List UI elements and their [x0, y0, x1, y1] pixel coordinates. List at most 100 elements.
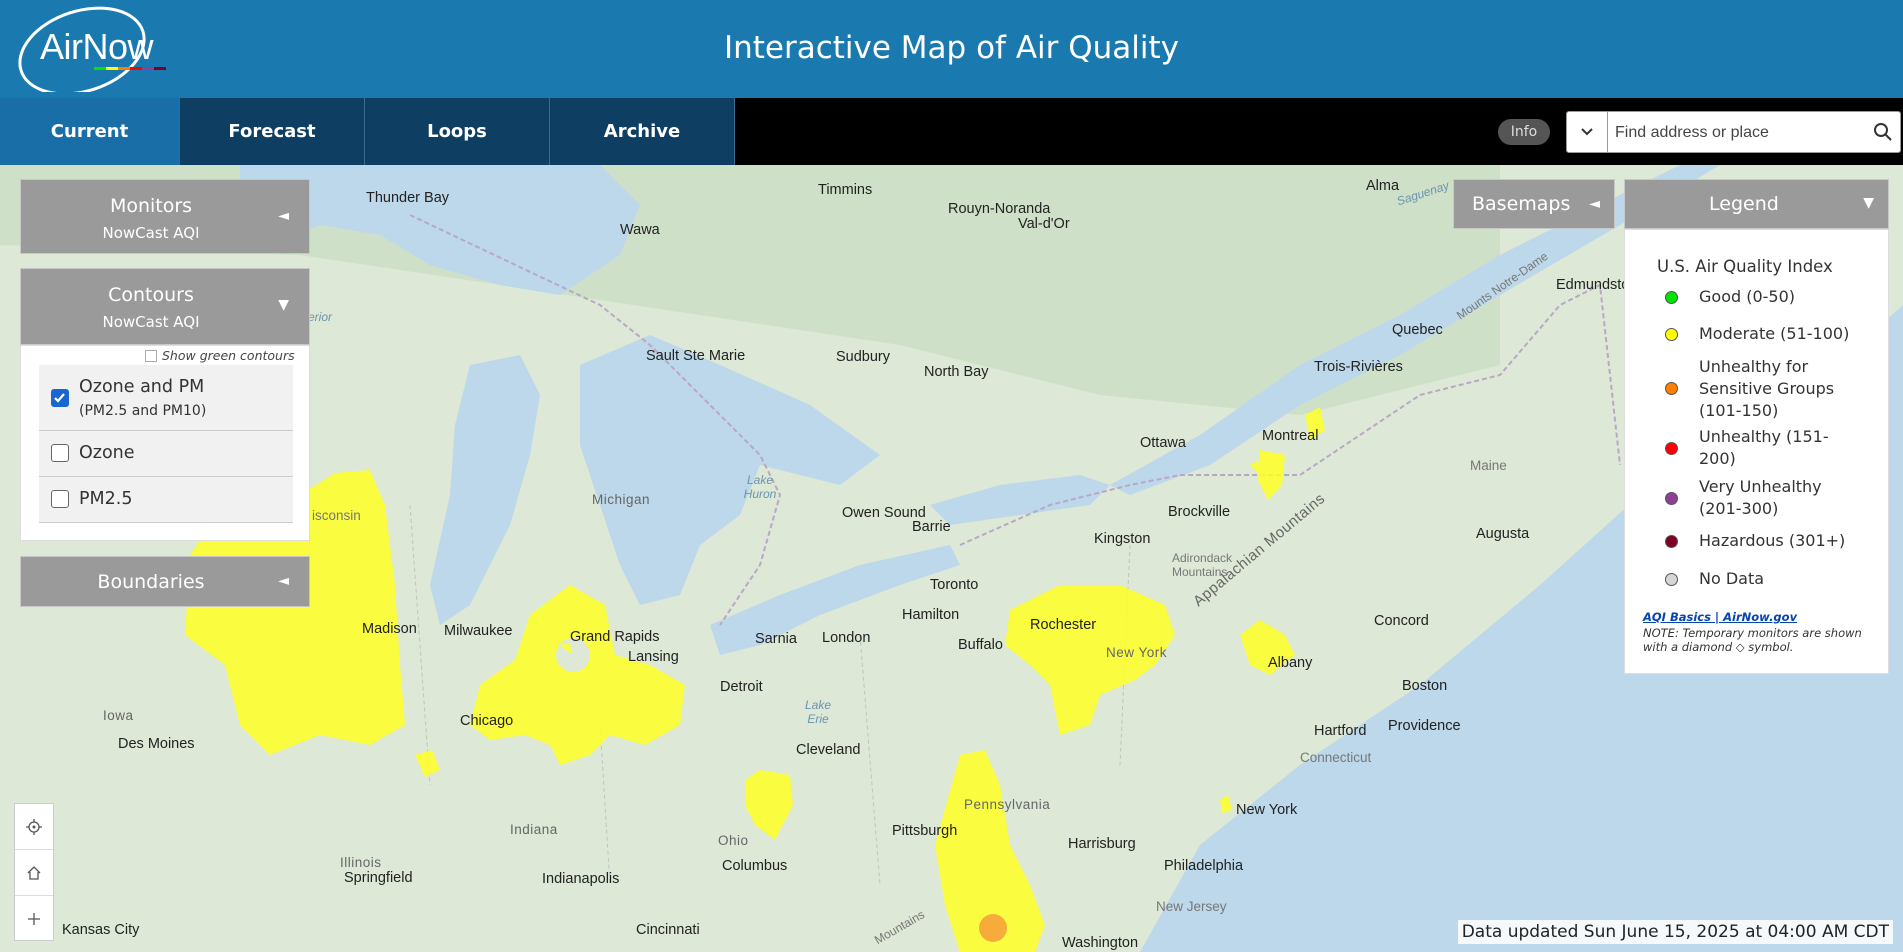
- locate-icon: [26, 818, 42, 835]
- boundaries-title: Boundaries: [97, 571, 205, 593]
- city-label: London: [822, 630, 871, 646]
- zoom-in-button[interactable]: [15, 896, 53, 941]
- tab-archive[interactable]: Archive: [550, 98, 735, 165]
- city-label: Washington: [1062, 935, 1139, 951]
- legend-item: Unhealthy (151-200): [1699, 427, 1829, 468]
- city-label: New York: [1236, 802, 1298, 818]
- boundaries-panel-header[interactable]: Boundaries ◄: [20, 556, 310, 607]
- search-box: [1566, 111, 1901, 153]
- option-label: Ozone: [79, 443, 135, 463]
- pm25-checkbox[interactable]: [51, 490, 69, 508]
- city-label: Rochester: [1030, 617, 1097, 633]
- water-label: Lake Huron: [743, 473, 777, 501]
- legend-item: Unhealthy for Sensitive Groups (101-150): [1699, 357, 1835, 420]
- city-label: Des Moines: [118, 736, 195, 752]
- monitors-panel-header[interactable]: Monitors NowCast AQI ◄: [20, 179, 310, 254]
- show-green-checkbox[interactable]: [145, 350, 157, 362]
- monitors-title: Monitors: [109, 195, 193, 217]
- region-label: Ohio: [718, 833, 749, 848]
- chevron-down-icon: [1581, 128, 1593, 136]
- tab-loops[interactable]: Loops: [365, 98, 550, 165]
- region-label: New Jersey: [1156, 899, 1227, 914]
- city-label: Hartford: [1314, 723, 1367, 739]
- header: AirNow Interactive Map of Air Quality: [0, 0, 1903, 98]
- region-label: Illinois: [340, 855, 382, 870]
- option-label: PM2.5: [79, 489, 133, 509]
- city-label: Barrie: [912, 519, 951, 535]
- very-unhealthy-swatch: [1665, 492, 1678, 505]
- city-label: Buffalo: [958, 637, 1003, 653]
- option-label: Ozone and PM: [79, 377, 205, 397]
- legend-item: Very Unhealthy (201-300): [1699, 477, 1822, 518]
- city-label: Harrisburg: [1068, 836, 1136, 852]
- city-label: Sault Ste Marie: [646, 348, 746, 364]
- water-label: Lake Erie: [804, 698, 832, 726]
- city-label: Kingston: [1094, 531, 1151, 547]
- city-label: Thunder Bay: [366, 190, 450, 206]
- region-label: New York: [1106, 645, 1168, 660]
- city-label: Montreal: [1262, 428, 1319, 444]
- basemaps-panel-header[interactable]: Basemaps ◄: [1453, 179, 1615, 229]
- region-label: Michigan: [592, 492, 651, 507]
- city-label: Detroit: [720, 679, 763, 695]
- home-button[interactable]: [15, 850, 53, 896]
- tab-current[interactable]: Current: [0, 98, 180, 165]
- contours-panel-body: Show green contours Ozone and PM (PM2.5 …: [20, 345, 310, 541]
- collapse-arrow-icon: ◄: [278, 208, 289, 224]
- city-label: Kansas City: [62, 922, 140, 938]
- page-title: Interactive Map of Air Quality: [723, 30, 1180, 66]
- usg-swatch: [1665, 382, 1678, 395]
- expand-arrow-icon: ▼: [1863, 195, 1874, 211]
- city-label: Cincinnati: [636, 922, 700, 938]
- city-label: Philadelphia: [1164, 858, 1244, 874]
- expand-arrow-icon: ▼: [278, 297, 289, 313]
- monitors-subtitle: NowCast AQI: [102, 224, 200, 242]
- option-ozone-and-pm[interactable]: Ozone and PM (PM2.5 and PM10): [39, 365, 293, 431]
- ozone-checkbox[interactable]: [51, 444, 69, 462]
- tab-forecast[interactable]: Forecast: [180, 98, 365, 165]
- city-label: Grand Rapids: [570, 629, 660, 645]
- ozone-and-pm-checkbox[interactable]: [51, 389, 69, 407]
- region-label: Indiana: [510, 822, 558, 837]
- legend-item: Moderate (51-100): [1699, 324, 1850, 343]
- city-label: Indianapolis: [542, 871, 620, 887]
- region-label: Adirondack Mountains: [1172, 551, 1233, 579]
- city-label: Providence: [1388, 718, 1461, 734]
- city-label: Rouyn-Noranda: [948, 201, 1051, 217]
- search-source-dropdown[interactable]: [1567, 112, 1608, 152]
- city-label: Ottawa: [1140, 435, 1186, 451]
- city-label: Pittsburgh: [892, 823, 958, 839]
- legend-panel-header[interactable]: Legend ▼: [1624, 179, 1889, 229]
- region-label: Pennsylvania: [964, 797, 1051, 812]
- city-label: Trois-Rivières: [1314, 359, 1403, 375]
- moderate-swatch: [1665, 328, 1678, 341]
- contours-subtitle: NowCast AQI: [102, 313, 200, 331]
- city-label: Albany: [1268, 655, 1313, 671]
- zoom-in-icon: [28, 912, 40, 925]
- unhealthy-swatch: [1665, 442, 1678, 455]
- data-updated-status: Data updated Sun June 15, 2025 at 04:00 …: [1457, 920, 1893, 944]
- contours-panel-header[interactable]: Contours NowCast AQI ▼: [20, 268, 310, 345]
- aqi-basics-link[interactable]: AQI Basics | AirNow.gov: [1643, 610, 1797, 624]
- no-data-swatch: [1665, 573, 1678, 586]
- legend-title: Legend: [1709, 193, 1779, 215]
- temporary-monitors-note: NOTE: Temporary monitors are shown with …: [1643, 626, 1862, 654]
- legend-item: No Data: [1699, 569, 1765, 588]
- info-button[interactable]: Info: [1498, 119, 1550, 145]
- home-icon: [27, 865, 41, 880]
- water-label: erior: [308, 310, 333, 324]
- collapse-arrow-icon: ◄: [1589, 196, 1600, 212]
- city-label: Timmins: [818, 182, 873, 198]
- legend-panel-body: U.S. Air Quality Index Good (0-50) Moder…: [1624, 229, 1889, 674]
- search-input[interactable]: [1613, 116, 1857, 150]
- region-label: Maine: [1470, 458, 1507, 473]
- locate-button[interactable]: [15, 804, 53, 850]
- city-label: Quebec: [1392, 322, 1443, 338]
- option-pm25[interactable]: PM2.5: [39, 477, 293, 523]
- search-icon[interactable]: [1872, 121, 1894, 143]
- good-swatch: [1665, 291, 1678, 304]
- city-label: Columbus: [722, 858, 788, 874]
- option-ozone[interactable]: Ozone: [39, 431, 293, 477]
- checkmark-icon: [54, 393, 65, 403]
- city-label: Wawa: [620, 222, 660, 238]
